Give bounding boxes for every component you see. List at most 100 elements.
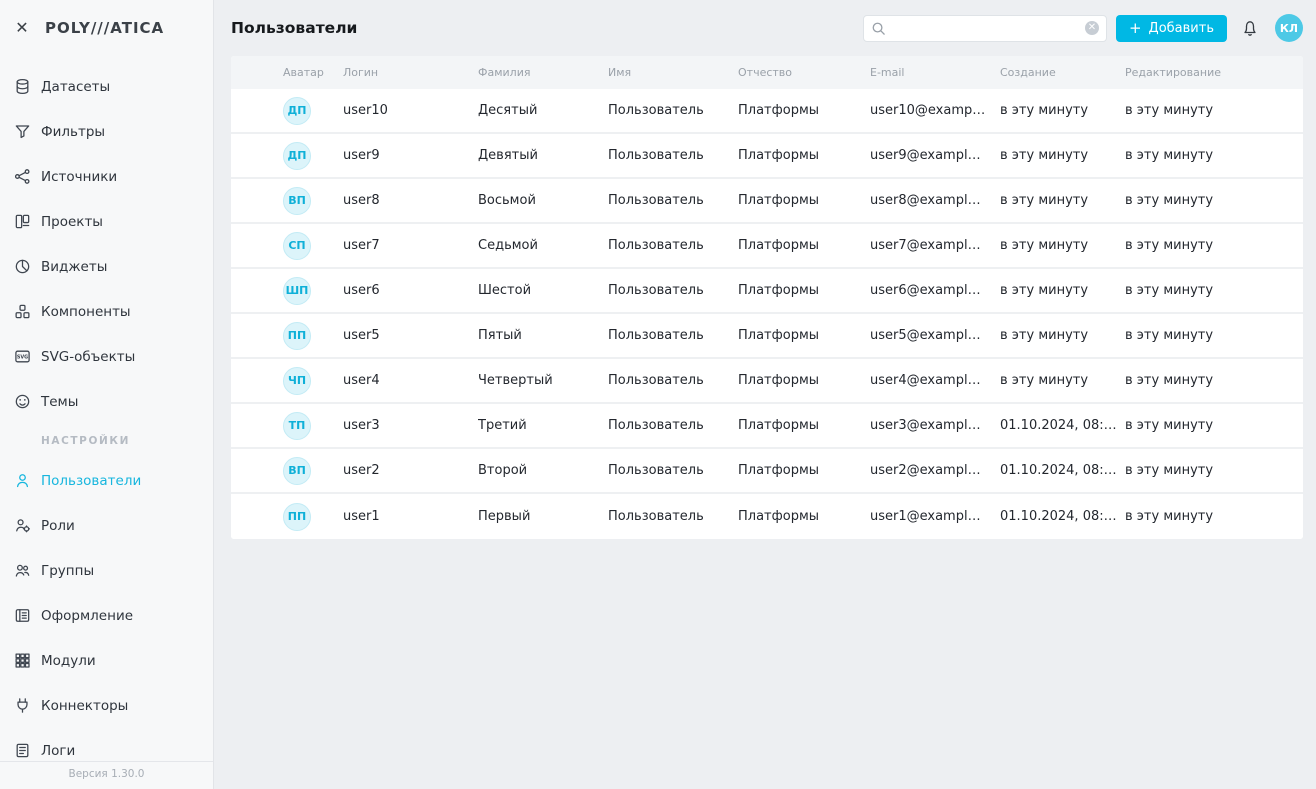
sidebar-item-label: Фильтры: [41, 124, 105, 140]
sidebar-menu: ДатасетыФильтрыИсточникиПроектыВиджетыКо…: [0, 56, 213, 773]
created-cell: в эту минуту: [1000, 148, 1125, 163]
created-cell: в эту минуту: [1000, 193, 1125, 208]
notifications-bell-icon[interactable]: [1240, 18, 1260, 38]
middle-name-cell: Платформы: [738, 193, 870, 208]
sidebar: ✕ POLY///ATICA Датасеты Фильтры Источники П…: [0, 0, 214, 789]
version-label: Версия 1.30.0: [0, 761, 213, 789]
table-row[interactable]: ВПuser2ВторойПользовательПлатформыuser2@…: [231, 449, 1303, 494]
column-header: E-mail: [870, 66, 1000, 79]
last-name-cell: Четвертый: [478, 373, 608, 388]
table-row[interactable]: ШПuser6ШестойПользовательПлатформыuser6@…: [231, 269, 1303, 314]
sidebar-item-appearance[interactable]: Оформление: [0, 593, 213, 638]
sidebar-item-sources[interactable]: Источники: [0, 154, 213, 199]
sidebar-item-widgets[interactable]: Виджеты: [0, 244, 213, 289]
close-icon[interactable]: ✕: [13, 19, 31, 37]
sidebar-item-roles[interactable]: Роли: [0, 503, 213, 548]
created-cell: в эту минуту: [1000, 373, 1125, 388]
table-row[interactable]: ВПuser8ВосьмойПользовательПлатформыuser8…: [231, 179, 1303, 224]
sidebar-item-connectors[interactable]: Коннекторы: [0, 683, 213, 728]
column-header: Отчество: [738, 66, 870, 79]
created-cell: в эту минуту: [1000, 103, 1125, 118]
sidebar-header: ✕ POLY///ATICA: [0, 0, 213, 56]
sidebar-item-label: Источники: [41, 169, 117, 185]
email-cell: user7@example....: [870, 238, 1000, 253]
sources-icon: [14, 168, 31, 185]
email-cell: user3@example....: [870, 418, 1000, 433]
email-cell: user9@example....: [870, 148, 1000, 163]
sidebar-item-label: Оформление: [41, 608, 133, 624]
last-name-cell: Шестой: [478, 283, 608, 298]
logs-icon: [14, 742, 31, 759]
avatar-cell: ШП: [231, 277, 343, 305]
avatar: ШП: [283, 277, 311, 305]
middle-name-cell: Платформы: [738, 373, 870, 388]
edited-cell: в эту минуту: [1125, 238, 1303, 253]
table-row[interactable]: ЧПuser4ЧетвертыйПользовательПлатформыuse…: [231, 359, 1303, 404]
login-cell: user10: [343, 103, 478, 118]
column-header: Создание: [1000, 66, 1125, 79]
table-row[interactable]: ППuser5ПятыйПользовательПлатформыuser5@e…: [231, 314, 1303, 359]
login-cell: user6: [343, 283, 478, 298]
avatar-cell: ДП: [231, 142, 343, 170]
last-name-cell: Десятый: [478, 103, 608, 118]
table-header: АватарЛогинФамилияИмяОтчествоE-mailСозда…: [231, 56, 1303, 89]
sidebar-item-components[interactable]: Компоненты: [0, 289, 213, 334]
add-user-button[interactable]: + Добавить: [1116, 15, 1227, 42]
sidebar-item-datasets[interactable]: Датасеты: [0, 64, 213, 109]
sidebar-item-svg-objects[interactable]: SVGSVG-объекты: [0, 334, 213, 379]
edited-cell: в эту минуту: [1125, 373, 1303, 388]
table-row[interactable]: ТПuser3ТретийПользовательПлатформыuser3@…: [231, 404, 1303, 449]
user-avatar[interactable]: КЛ: [1275, 14, 1303, 42]
sidebar-item-label: Роли: [41, 518, 75, 534]
clear-search-icon[interactable]: ✕: [1085, 21, 1099, 35]
last-name-cell: Второй: [478, 463, 608, 478]
sidebar-item-themes[interactable]: Темы: [0, 379, 213, 424]
first-name-cell: Пользователь: [608, 463, 738, 478]
login-cell: user1: [343, 509, 478, 524]
datasets-icon: [14, 78, 31, 95]
plus-icon: +: [1129, 21, 1142, 36]
first-name-cell: Пользователь: [608, 193, 738, 208]
first-name-cell: Пользователь: [608, 148, 738, 163]
avatar: ДП: [283, 97, 311, 125]
sidebar-item-label: Группы: [41, 563, 94, 579]
column-header: Редактирование: [1125, 66, 1303, 79]
sidebar-item-users[interactable]: Пользователи: [0, 458, 213, 503]
sidebar-section-label: НАСТРОЙКИ: [0, 424, 213, 458]
avatar-cell: ПП: [231, 322, 343, 350]
sidebar-item-modules[interactable]: Модули: [0, 638, 213, 683]
avatar: ПП: [283, 503, 311, 531]
middle-name-cell: Платформы: [738, 103, 870, 118]
table-row[interactable]: ДПuser10ДесятыйПользовательПлатформыuser…: [231, 89, 1303, 134]
middle-name-cell: Платформы: [738, 509, 870, 524]
email-cell: user8@example....: [870, 193, 1000, 208]
login-cell: user8: [343, 193, 478, 208]
last-name-cell: Первый: [478, 509, 608, 524]
email-cell: user1@example.c...: [870, 509, 1000, 524]
login-cell: user5: [343, 328, 478, 343]
first-name-cell: Пользователь: [608, 328, 738, 343]
sidebar-item-label: Датасеты: [41, 79, 110, 95]
first-name-cell: Пользователь: [608, 283, 738, 298]
middle-name-cell: Платформы: [738, 238, 870, 253]
filters-icon: [14, 123, 31, 140]
email-cell: user10@example...: [870, 103, 1000, 118]
sidebar-item-groups[interactable]: Группы: [0, 548, 213, 593]
created-cell: в эту минуту: [1000, 283, 1125, 298]
sidebar-item-label: Проекты: [41, 214, 103, 230]
themes-icon: [14, 393, 31, 410]
table-row[interactable]: СПuser7СедьмойПользовательПлатформыuser7…: [231, 224, 1303, 269]
middle-name-cell: Платформы: [738, 418, 870, 433]
first-name-cell: Пользователь: [608, 373, 738, 388]
main-content: Пользователи ✕ + Добавить КЛ АватарЛогин…: [214, 0, 1316, 789]
svg-text:SVG: SVG: [17, 355, 28, 361]
appearance-icon: [14, 607, 31, 624]
widgets-icon: [14, 258, 31, 275]
sidebar-item-projects[interactable]: Проекты: [0, 199, 213, 244]
email-cell: user5@example....: [870, 328, 1000, 343]
sidebar-item-filters[interactable]: Фильтры: [0, 109, 213, 154]
table-row[interactable]: ДПuser9ДевятыйПользовательПлатформыuser9…: [231, 134, 1303, 179]
table-row[interactable]: ППuser1ПервыйПользовательПлатформыuser1@…: [231, 494, 1303, 539]
last-name-cell: Седьмой: [478, 238, 608, 253]
search-input[interactable]: [892, 21, 1085, 36]
